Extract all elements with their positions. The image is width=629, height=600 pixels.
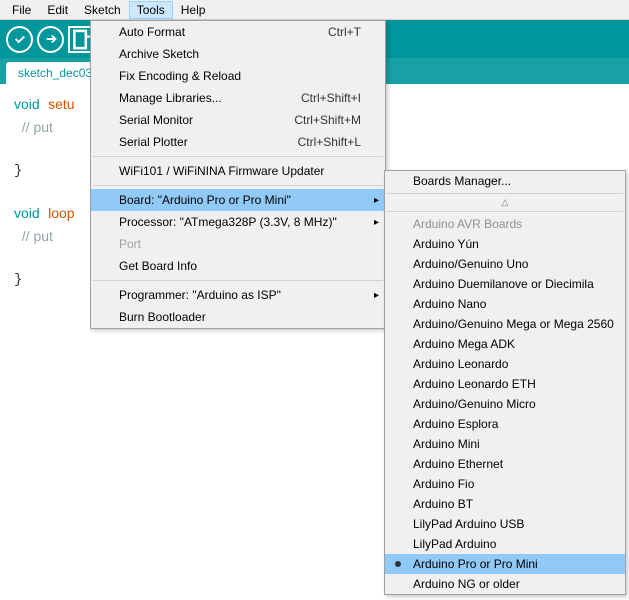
board-item[interactable]: Arduino Mini	[385, 434, 625, 454]
tools-item[interactable]: Serial MonitorCtrl+Shift+M	[91, 109, 385, 131]
board-item-label: Arduino BT	[413, 497, 473, 511]
menu-tools[interactable]: Tools	[129, 1, 173, 19]
board-item-label: Arduino Esplora	[413, 417, 498, 431]
board-item[interactable]: LilyPad Arduino	[385, 534, 625, 554]
board-item-label: Arduino Mega ADK	[413, 337, 515, 351]
board-item-label: Arduino/Genuino Mega or Mega 2560	[413, 317, 614, 331]
board-item[interactable]: Arduino NG or older	[385, 574, 625, 594]
tools-item[interactable]: Archive Sketch	[91, 43, 385, 65]
selected-dot-icon	[395, 561, 401, 567]
board-item[interactable]: Arduino/Genuino Micro	[385, 394, 625, 414]
verify-button[interactable]	[6, 26, 33, 53]
board-item[interactable]: Arduino/Genuino Mega or Mega 2560	[385, 314, 625, 334]
board-item[interactable]: Arduino Nano	[385, 294, 625, 314]
submenu-arrow-icon: ▸	[374, 290, 379, 301]
board-item-label: Arduino Fio	[413, 477, 474, 491]
board-item[interactable]: Arduino/Genuino Uno	[385, 254, 625, 274]
board-item-label: LilyPad Arduino USB	[413, 517, 524, 531]
board-submenu: Boards Manager... △ Arduino AVR Boards Ardu…	[384, 170, 626, 595]
menu-item-label: Archive Sketch	[119, 47, 361, 61]
menu-separator	[93, 156, 383, 157]
upload-button[interactable]	[37, 26, 64, 53]
board-item[interactable]: Arduino Yún	[385, 234, 625, 254]
menu-item-label: Programmer: "Arduino as ISP"	[119, 288, 361, 302]
board-item-label: Arduino NG or older	[413, 577, 520, 591]
menu-help[interactable]: Help	[173, 1, 214, 19]
menu-file[interactable]: File	[4, 1, 39, 19]
tools-item[interactable]: Programmer: "Arduino as ISP" ▸	[91, 284, 385, 306]
board-item-label: Arduino Leonardo ETH	[413, 377, 536, 391]
menu-item-label: Fix Encoding & Reload	[119, 69, 361, 83]
menubar: FileEditSketchToolsHelp	[0, 0, 629, 20]
board-item-label: Arduino Ethernet	[413, 457, 503, 471]
tools-item[interactable]: WiFi101 / WiFiNINA Firmware Updater	[91, 160, 385, 182]
board-category-header: Arduino AVR Boards	[385, 214, 625, 234]
menu-shortcut: Ctrl+Shift+M	[294, 113, 361, 127]
tools-item[interactable]: Burn Bootloader	[91, 306, 385, 328]
menu-separator	[387, 211, 623, 212]
board-item-label: Arduino Pro or Pro Mini	[413, 557, 538, 571]
board-item[interactable]: Arduino Leonardo ETH	[385, 374, 625, 394]
board-item-label: Arduino/Genuino Uno	[413, 257, 528, 271]
board-item-label: Arduino/Genuino Micro	[413, 397, 536, 411]
menu-separator	[93, 280, 383, 281]
menu-item-label: Board: "Arduino Pro or Pro Mini"	[119, 193, 361, 207]
board-item[interactable]: Arduino Fio	[385, 474, 625, 494]
menu-shortcut: Ctrl+Shift+L	[298, 135, 361, 149]
menu-item-label: Burn Bootloader	[119, 310, 361, 324]
board-item-label: Arduino Leonardo	[413, 357, 508, 371]
menu-sketch[interactable]: Sketch	[76, 1, 129, 19]
tools-item[interactable]: Get Board Info	[91, 255, 385, 277]
menu-item-label: Auto Format	[119, 25, 328, 39]
tools-item[interactable]: Board: "Arduino Pro or Pro Mini" ▸	[91, 189, 385, 211]
menu-item-label: Port	[119, 237, 361, 251]
menu-separator	[387, 193, 623, 194]
board-item-label: Arduino Duemilanove or Diecimila	[413, 277, 594, 291]
board-item-label: Arduino Nano	[413, 297, 486, 311]
board-item[interactable]: Arduino Ethernet	[385, 454, 625, 474]
menu-item-label: Serial Plotter	[119, 135, 298, 149]
menu-item-label: Manage Libraries...	[119, 91, 301, 105]
tools-menu: Auto FormatCtrl+T Archive Sketch Fix Encod…	[90, 20, 386, 329]
submenu-arrow-icon: ▸	[374, 217, 379, 228]
tools-item[interactable]: Processor: "ATmega328P (3.3V, 8 MHz)" ▸	[91, 211, 385, 233]
board-item[interactable]: Arduino Duemilanove or Diecimila	[385, 274, 625, 294]
menu-item-label: Get Board Info	[119, 259, 361, 273]
board-item-label: Arduino Mini	[413, 437, 480, 451]
board-item[interactable]: Arduino Mega ADK	[385, 334, 625, 354]
board-item[interactable]: Arduino Esplora	[385, 414, 625, 434]
menu-item-label: Serial Monitor	[119, 113, 294, 127]
tools-item[interactable]: Manage Libraries...Ctrl+Shift+I	[91, 87, 385, 109]
tools-item[interactable]: Serial PlotterCtrl+Shift+L	[91, 131, 385, 153]
boards-manager-item[interactable]: Boards Manager...	[385, 171, 625, 191]
tools-item[interactable]: Auto FormatCtrl+T	[91, 21, 385, 43]
menu-item-label: Processor: "ATmega328P (3.3V, 8 MHz)"	[119, 215, 361, 229]
menu-shortcut: Ctrl+Shift+I	[301, 91, 361, 105]
board-item[interactable]: Arduino Pro or Pro Mini	[385, 554, 625, 574]
tools-item: Port	[91, 233, 385, 255]
board-item[interactable]: LilyPad Arduino USB	[385, 514, 625, 534]
menu-item-label: WiFi101 / WiFiNINA Firmware Updater	[119, 164, 361, 178]
tools-item[interactable]: Fix Encoding & Reload	[91, 65, 385, 87]
menu-separator	[93, 185, 383, 186]
board-item-label: LilyPad Arduino	[413, 537, 496, 551]
scroll-up-icon[interactable]: △	[385, 196, 625, 209]
board-item[interactable]: Arduino Leonardo	[385, 354, 625, 374]
submenu-arrow-icon: ▸	[374, 195, 379, 206]
menu-shortcut: Ctrl+T	[328, 25, 361, 39]
menu-edit[interactable]: Edit	[39, 1, 76, 19]
board-item[interactable]: Arduino BT	[385, 494, 625, 514]
board-item-label: Arduino Yún	[413, 237, 479, 251]
